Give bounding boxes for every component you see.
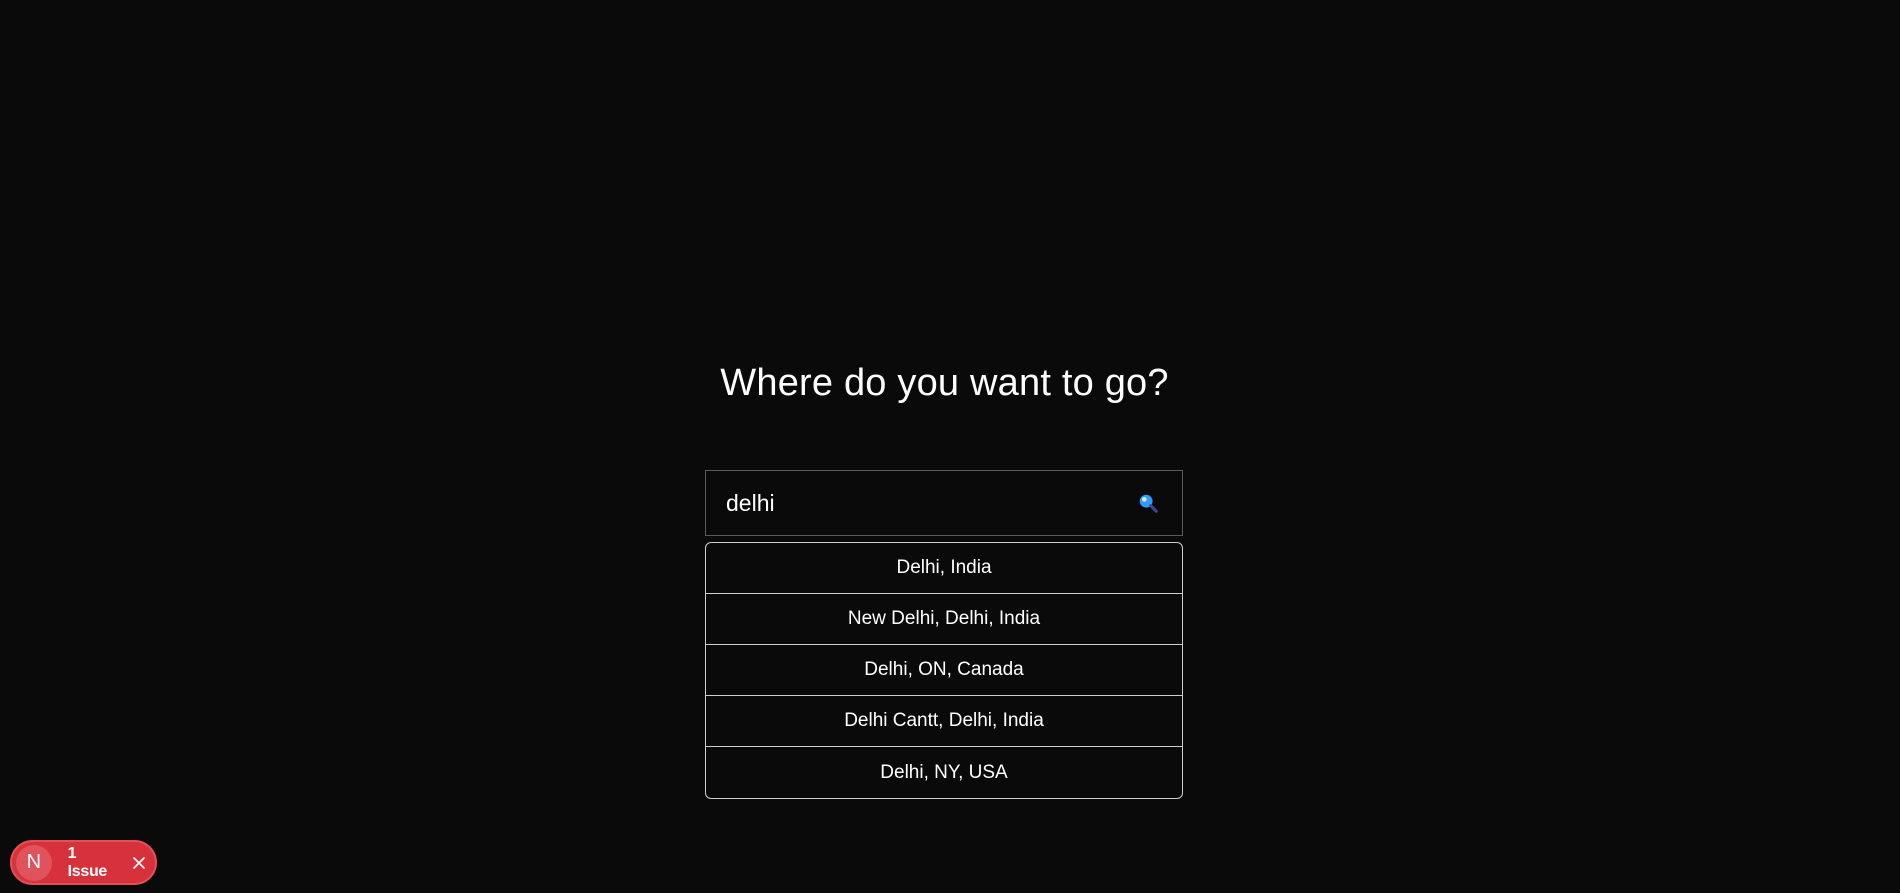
suggestion-item[interactable]: Delhi, India: [706, 543, 1182, 594]
search-box: [705, 470, 1183, 536]
close-icon[interactable]: [129, 853, 149, 873]
suggestion-list: Delhi, India New Delhi, Delhi, India Del…: [705, 542, 1183, 799]
page: Where do you want to go? Delhi, India Ne…: [0, 0, 1900, 893]
suggestion-item[interactable]: New Delhi, Delhi, India: [706, 594, 1182, 645]
page-title: Where do you want to go?: [720, 362, 1169, 404]
suggestion-item[interactable]: Delhi, ON, Canada: [706, 645, 1182, 696]
magnifying-glass-icon[interactable]: [1134, 489, 1162, 517]
issues-count-label: 1 Issue: [67, 844, 108, 880]
search-input[interactable]: [706, 471, 1134, 535]
nextjs-logo-icon: N: [16, 844, 52, 881]
suggestion-item[interactable]: Delhi, NY, USA: [706, 747, 1182, 798]
dev-issues-badge[interactable]: N 1 Issue: [10, 840, 157, 885]
suggestion-item[interactable]: Delhi Cantt, Delhi, India: [706, 696, 1182, 747]
